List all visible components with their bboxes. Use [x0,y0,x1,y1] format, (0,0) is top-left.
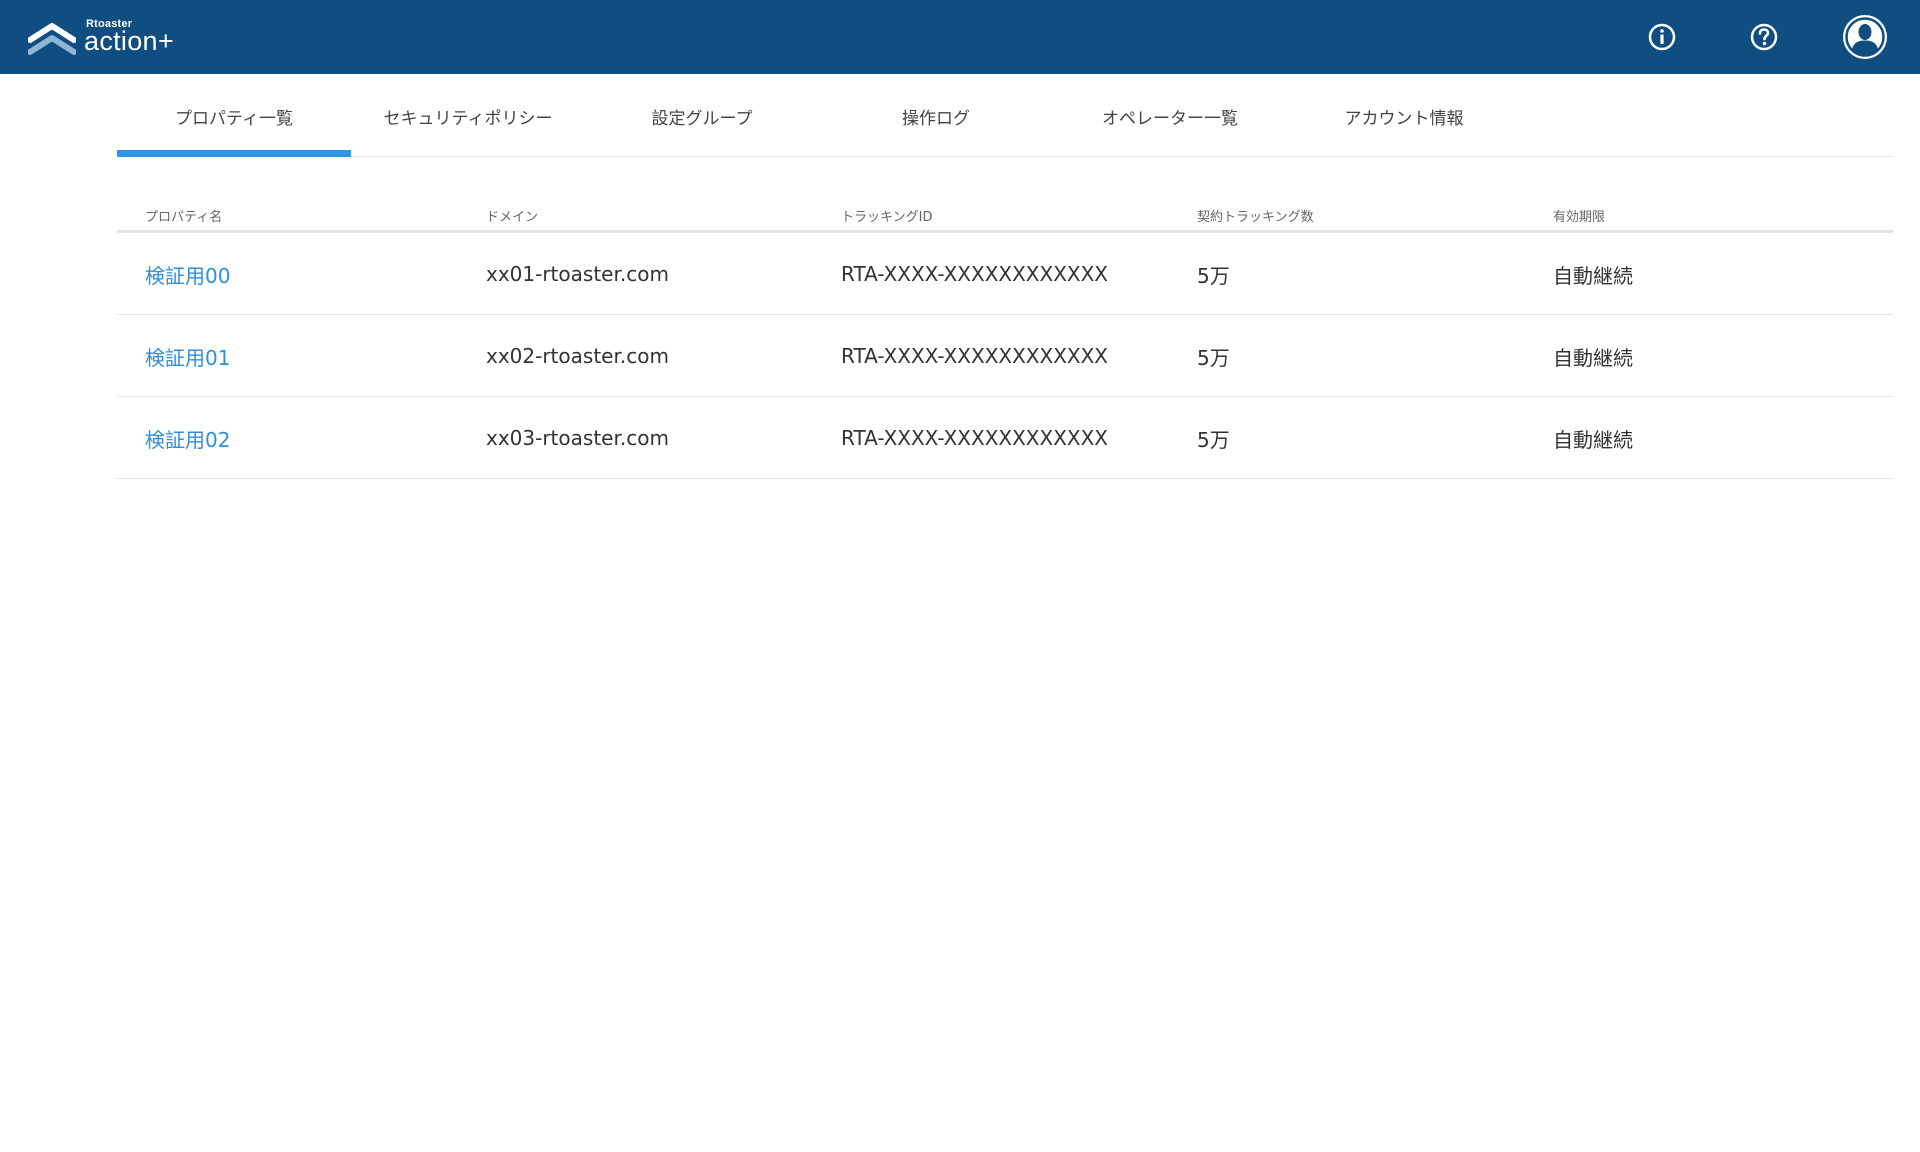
tracking-id-cell: RTA-XXXX-XXXXXXXXXXXX [841,426,1109,450]
column-header-contract-tracking-count: 契約トラッキング数 [1197,210,1314,225]
expiration-cell: 自動継続 [1553,345,1633,370]
info-button[interactable] [1645,0,1679,74]
property-name-link[interactable]: 検証用02 [145,397,230,479]
expiration-cell: 自動継続 [1553,427,1633,452]
tab-operation-log[interactable]: 操作ログ [819,76,1053,156]
tracking-id-cell: RTA-XXXX-XXXXXXXXXXXX [841,344,1109,368]
table-row: 検証用00 xx01-rtoaster.com RTA-XXXX-XXXXXXX… [117,233,1893,315]
table-row: 検証用01 xx02-rtoaster.com RTA-XXXX-XXXXXXX… [117,315,1893,397]
app-logo[interactable]: Rtoaster action+ [28,16,198,58]
property-name-link[interactable]: 検証用00 [145,233,230,315]
tab-security-policy[interactable]: セキュリティポリシー [351,76,585,156]
tracking-count-cell: 5万 [1197,263,1230,288]
domain-cell: xx02-rtoaster.com [486,344,669,368]
column-header-property-name: プロパティ名 [145,210,223,225]
user-avatar-icon [1843,15,1887,59]
property-table: プロパティ名 ドメイン トラッキングID 契約トラッキング数 有効期限 検証用0… [117,196,1893,479]
domain-cell: xx03-rtoaster.com [486,426,669,450]
table-row: 検証用02 xx03-rtoaster.com RTA-XXXX-XXXXXXX… [117,397,1893,479]
tab-settings-group[interactable]: 設定グループ [585,76,819,156]
help-circle-icon [1750,23,1778,51]
help-button[interactable] [1747,0,1781,74]
main-tabs: プロパティ一覧 セキュリティポリシー 設定グループ 操作ログ オペレーター一覧 … [117,76,1893,157]
expiration-cell: 自動継続 [1553,263,1633,288]
column-header-tracking-id: トラッキングID [841,210,933,225]
table-header: プロパティ名 ドメイン トラッキングID 契約トラッキング数 有効期限 [117,196,1893,233]
tab-operator-list[interactable]: オペレーター一覧 [1053,76,1287,156]
account-menu-button[interactable] [1840,0,1890,74]
tracking-id-cell: RTA-XXXX-XXXXXXXXXXXX [841,262,1109,286]
tab-property-list[interactable]: プロパティ一覧 [117,76,351,157]
rtoaster-logo-icon [28,23,76,55]
domain-cell: xx01-rtoaster.com [486,262,669,286]
top-header-bar: Rtoaster action+ [0,0,1920,74]
property-name-link[interactable]: 検証用01 [145,315,230,397]
info-circle-icon [1648,23,1676,51]
brand-name-product: action+ [84,26,174,56]
tracking-count-cell: 5万 [1197,427,1230,452]
tracking-count-cell: 5万 [1197,345,1230,370]
column-header-domain: ドメイン [486,210,539,225]
column-header-expiration: 有効期限 [1553,210,1606,225]
tab-account-info[interactable]: アカウント情報 [1287,76,1521,156]
